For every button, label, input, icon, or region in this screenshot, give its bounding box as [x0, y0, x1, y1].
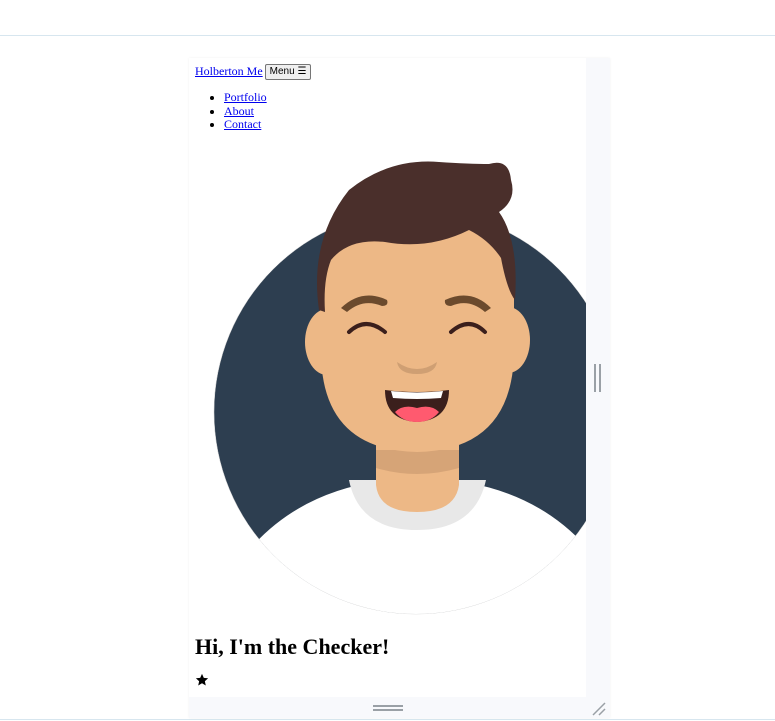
resize-handle-horizontal[interactable]: [373, 704, 403, 712]
avatar-illustration: [213, 161, 586, 615]
nav-menu-list: Portfolio About Contact: [204, 90, 267, 132]
hamburger-icon: ☰: [297, 66, 307, 78]
nav-item-contact: Contact: [224, 117, 267, 132]
site-nav: Holberton Me Menu ☰: [195, 64, 312, 81]
resize-handle-corner[interactable]: [591, 701, 607, 717]
nav-link-portfolio[interactable]: Portfolio: [224, 90, 267, 104]
star-icon: [195, 673, 209, 686]
hero-headline: Hi, I'm the Checker!: [195, 634, 390, 659]
preview-viewport: Holberton MeMenu ☰ Portfolio About Conta…: [189, 58, 586, 697]
nav-item-about: About: [224, 104, 267, 119]
page-top-divider: [0, 35, 775, 36]
menu-button[interactable]: Menu ☰: [264, 64, 312, 81]
brand-link[interactable]: Holberton Me: [195, 64, 263, 78]
nav-link-contact[interactable]: Contact: [224, 117, 261, 131]
menu-button-label: Menu: [269, 66, 295, 78]
page-bottom-divider: [0, 719, 775, 720]
nav-link-about[interactable]: About: [224, 104, 254, 118]
resize-handle-vertical[interactable]: [594, 364, 601, 392]
nav-item-portfolio: Portfolio: [224, 90, 267, 105]
